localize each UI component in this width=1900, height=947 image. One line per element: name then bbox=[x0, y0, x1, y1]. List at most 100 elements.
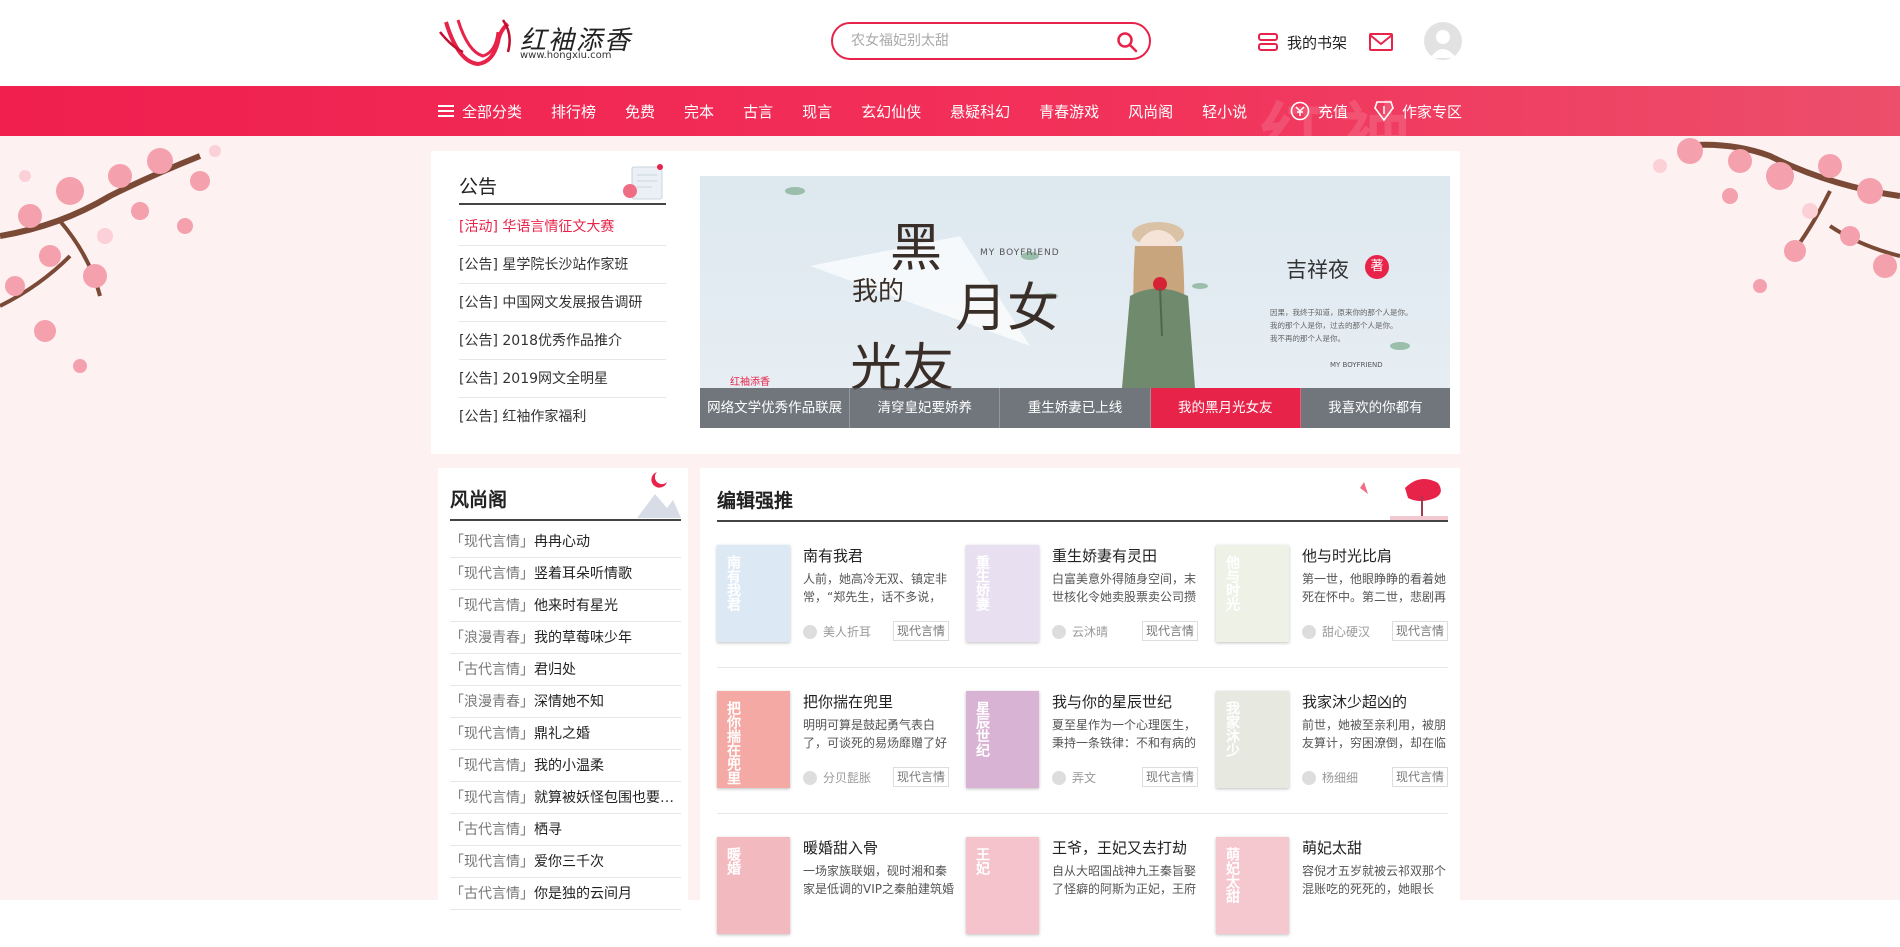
menu-icon bbox=[438, 105, 454, 117]
editor-picks-divider bbox=[717, 520, 1448, 522]
book-cover[interactable]: 重生娇妻 bbox=[966, 545, 1039, 642]
book-card[interactable]: 重生娇妻 重生娇妻有灵田 白富美意外得随身空间，末世核化令她卖股票卖公司攒 云沐晴 现代… bbox=[966, 545, 1206, 655]
banner-carousel[interactable]: 我的 黑 MY BOYFRIEND 月女 光友 吉祥夜 著 因果，我终于知道，原… bbox=[700, 176, 1450, 428]
notice-item[interactable]: [公告] 2019网文全明星 bbox=[459, 360, 666, 398]
banner-logo: 红袖添香 bbox=[730, 377, 770, 388]
notice-item[interactable]: [公告] 红袖作家福利 bbox=[459, 398, 666, 436]
book-card[interactable]: 萌妃太甜 萌妃太甜 容倪才五岁就被云祁双那个混账吃的死死的，她眼长 bbox=[1216, 837, 1456, 947]
search-icon[interactable] bbox=[1115, 30, 1139, 54]
notice-item[interactable]: [公告] 中国网文发展报告调研 bbox=[459, 284, 666, 322]
book-cover[interactable]: 萌妃太甜 bbox=[1216, 837, 1289, 934]
banner-blurb-line: 因果，我终于知道，原来你的那个人是你。 bbox=[1270, 308, 1413, 317]
author-zone-link[interactable]: 作家专区 bbox=[1374, 100, 1462, 122]
fengshangge-item[interactable]: 「现代言情」就算被妖怪包围也要谈恋爱 bbox=[450, 782, 681, 814]
book-title[interactable]: 把你揣在兜里 bbox=[803, 691, 958, 712]
book-author-name: 杨细细 bbox=[1322, 771, 1359, 785]
banner-tab[interactable]: 清穿皇妃要娇养 bbox=[850, 388, 1001, 428]
book-title[interactable]: 南有我君 bbox=[803, 545, 958, 566]
fengshangge-item[interactable]: 「现代言情」竖着耳朵听情歌 bbox=[450, 558, 681, 590]
book-category-tag[interactable]: 现代言情 bbox=[1392, 767, 1448, 787]
search-input[interactable] bbox=[849, 30, 1099, 52]
banner-tab[interactable]: 我喜欢的你都有 bbox=[1300, 388, 1450, 428]
book-title[interactable]: 王爷，王妃又去打劫 bbox=[1052, 837, 1207, 858]
book-card[interactable]: 把你揣在兜里 把你揣在兜里 明明可算是鼓起勇气表白了，可谈死的易炀靡赠了好 分贝髭胀现… bbox=[717, 691, 957, 801]
book-author[interactable]: 云沐晴 bbox=[1052, 623, 1108, 640]
book-cover[interactable]: 南有我君 bbox=[717, 545, 790, 642]
book-title[interactable]: 我家沐少超凶的 bbox=[1302, 691, 1457, 712]
nav-item-modern-romance[interactable]: 现言 bbox=[802, 101, 832, 122]
fengshangge-item[interactable]: 「现代言情」冉冉心动 bbox=[450, 526, 681, 558]
fengshangge-item-name: 竖着耳朵听情歌 bbox=[534, 566, 632, 582]
nav-item-youth[interactable]: 青春游戏 bbox=[1039, 101, 1099, 122]
blossom-left-decoration bbox=[0, 145, 221, 373]
book-card[interactable]: 我家沐少 我家沐少超凶的 前世，她被至亲利用，被朋友算计，穷困潦倒，却在临 杨细细 现代… bbox=[1216, 691, 1456, 801]
book-cover[interactable]: 暖婚 bbox=[717, 837, 790, 934]
fengshangge-item-category: 「浪漫青春」 bbox=[450, 694, 534, 710]
book-author[interactable]: 杨细细 bbox=[1302, 769, 1358, 786]
nav-item-ancient-romance[interactable]: 古言 bbox=[743, 101, 773, 122]
book-category-tag[interactable]: 现代言情 bbox=[893, 621, 949, 641]
notice-item[interactable]: [公告] 2018优秀作品推介 bbox=[459, 322, 666, 360]
book-cover[interactable]: 把你揣在兜里 bbox=[717, 691, 790, 788]
book-author[interactable]: 甜心硬汉 bbox=[1302, 623, 1370, 640]
book-title[interactable]: 萌妃太甜 bbox=[1302, 837, 1457, 858]
bookshelf-link[interactable]: 我的书架 bbox=[1257, 28, 1347, 56]
book-card[interactable]: 他与时光 他与时光比肩 第一世，他眼睁睁的看着她死在怀中。第二世，悲剧再 甜心硬汉 现代… bbox=[1216, 545, 1456, 655]
nav-item-fengshangge[interactable]: 风尚阁 bbox=[1128, 101, 1173, 122]
book-author[interactable]: 分贝髭胀 bbox=[803, 769, 871, 786]
book-card[interactable]: 暖婚 暖婚甜入骨 一场家族联姻，砚时湘和秦家是低调的VIP之秦舶建筑婚 bbox=[717, 837, 957, 947]
fengshangge-item[interactable]: 「古代言情」你是独的云间月 bbox=[450, 878, 681, 910]
fengshangge-item[interactable]: 「古代言情」栖寻 bbox=[450, 814, 681, 846]
editor-picks-title: 编辑强推 bbox=[717, 490, 794, 512]
book-author-name: 分贝髭胀 bbox=[823, 771, 872, 785]
book-author[interactable]: 美人折耳 bbox=[803, 623, 871, 640]
notice-item[interactable]: [公告] 星学院长沙站作家班 bbox=[459, 246, 666, 284]
fengshangge-item[interactable]: 「浪漫青春」我的草莓味少年 bbox=[450, 622, 681, 654]
author-zone-label: 作家专区 bbox=[1402, 102, 1463, 121]
fengshangge-item[interactable]: 「现代言情」爱你三千次 bbox=[450, 846, 681, 878]
recharge-link[interactable]: 充值 bbox=[1290, 101, 1348, 122]
book-card[interactable]: 星辰世纪 我与你的星辰世纪 夏至星作为一个心理医生，秉持一条铁律：不和有病的 弄文 现代… bbox=[966, 691, 1206, 801]
book-cover[interactable]: 我家沐少 bbox=[1216, 691, 1289, 788]
fengshangge-item[interactable]: 「现代言情」鼎礼之婚 bbox=[450, 718, 681, 750]
book-category-tag[interactable]: 现代言情 bbox=[1392, 621, 1448, 641]
nav-item-free[interactable]: 免费 bbox=[625, 101, 655, 122]
banner-author-badge: 著 bbox=[1365, 255, 1389, 279]
book-category-tag[interactable]: 现代言情 bbox=[893, 767, 949, 787]
mail-icon[interactable] bbox=[1368, 31, 1394, 53]
main-nav: 红袖 全部分类 排行榜 免费 完本 古言 现言 玄幻仙侠 悬疑科幻 青春游戏 风… bbox=[0, 86, 1900, 136]
banner-tab[interactable]: 重生娇妻已上线 bbox=[1000, 388, 1151, 428]
book-title[interactable]: 暖婚甜入骨 bbox=[803, 837, 958, 858]
nav-item-fantasy[interactable]: 玄幻仙侠 bbox=[861, 101, 921, 122]
book-cover[interactable]: 星辰世纪 bbox=[966, 691, 1039, 788]
book-cover-text: 王妃 bbox=[974, 847, 990, 875]
book-cover[interactable]: 王妃 bbox=[966, 837, 1039, 934]
fengshangge-item[interactable]: 「现代言情」他来时有星光 bbox=[450, 590, 681, 622]
book-author[interactable]: 弄文 bbox=[1052, 769, 1096, 786]
fengshangge-item[interactable]: 「浪漫青春」深情她不知 bbox=[450, 686, 681, 718]
book-title[interactable]: 他与时光比肩 bbox=[1302, 545, 1457, 566]
book-title[interactable]: 重生娇妻有灵田 bbox=[1052, 545, 1207, 566]
nav-all-categories[interactable]: 全部分类 bbox=[438, 101, 522, 122]
nav-item-ranking[interactable]: 排行榜 bbox=[551, 101, 596, 122]
nav-item-suspense[interactable]: 悬疑科幻 bbox=[950, 101, 1010, 122]
avatar[interactable] bbox=[1424, 22, 1462, 60]
fengshangge-item-name: 深情她不知 bbox=[534, 694, 604, 710]
nav-item-light-novel[interactable]: 轻小说 bbox=[1202, 101, 1247, 122]
banner-tab[interactable]: 网络文学优秀作品联展 bbox=[700, 388, 851, 428]
book-category-tag[interactable]: 现代言情 bbox=[1142, 767, 1198, 787]
book-title[interactable]: 我与你的星辰世纪 bbox=[1052, 691, 1207, 712]
book-category-tag[interactable]: 现代言情 bbox=[1142, 621, 1198, 641]
book-cover-text: 我家沐少 bbox=[1224, 701, 1240, 757]
book-cover[interactable]: 他与时光 bbox=[1216, 545, 1289, 642]
book-card[interactable]: 南有我君 南有我君 人前，她高冷无双、镇定非常，“郑先生，话不多说， 美人折耳 现代言情 bbox=[717, 545, 957, 655]
banner-tab-active[interactable]: 我的黑月光女友 bbox=[1150, 388, 1301, 428]
fengshangge-item-category: 「浪漫青春」 bbox=[450, 630, 534, 646]
book-card[interactable]: 王妃 王爷，王妃又去打劫 自从大昭国战神九王秦旨娶了怪癖的阿斯为正妃，王府 bbox=[966, 837, 1206, 947]
nav-item-finished[interactable]: 完本 bbox=[684, 101, 714, 122]
notice-item[interactable]: [活动] 华语言情征文大赛 bbox=[459, 208, 666, 246]
notice-title: 公告 bbox=[459, 176, 498, 198]
fengshangge-item-name: 爱你三千次 bbox=[534, 854, 604, 870]
fengshangge-item[interactable]: 「现代言情」我的小温柔 bbox=[450, 750, 681, 782]
fengshangge-item[interactable]: 「古代言情」君归处 bbox=[450, 654, 681, 686]
